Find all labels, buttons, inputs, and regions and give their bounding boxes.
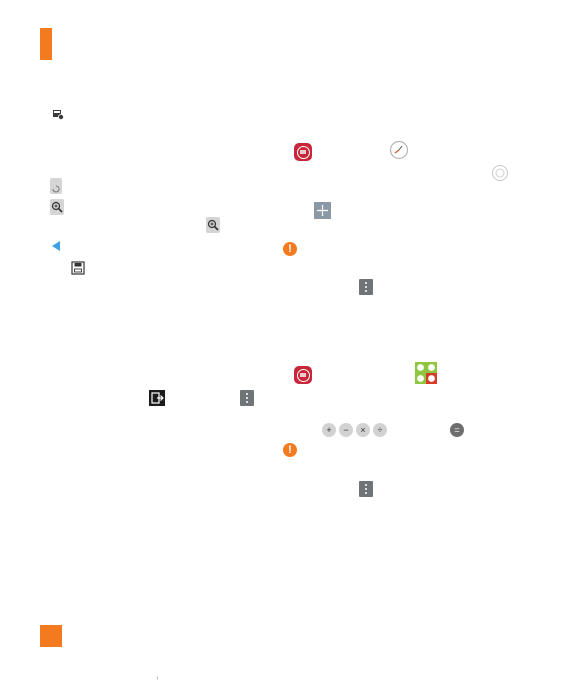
calculator-operator-buttons: + − × ÷ bbox=[322, 423, 387, 437]
back-triangle-icon bbox=[52, 241, 60, 251]
plus-operator: + bbox=[322, 423, 336, 437]
alarm-circle-icon bbox=[492, 165, 508, 181]
divide-operator: ÷ bbox=[373, 423, 387, 437]
calculator-app-icon bbox=[415, 362, 437, 384]
minus-operator: − bbox=[339, 423, 353, 437]
save-icon bbox=[71, 261, 85, 275]
clock-app-icon bbox=[389, 140, 409, 160]
plus-icon bbox=[314, 202, 331, 219]
footer-mark: ᵢ bbox=[157, 674, 159, 681]
rotate-icon bbox=[50, 178, 62, 194]
menu-icon bbox=[359, 481, 373, 497]
multiply-operator: × bbox=[356, 423, 370, 437]
warning-icon: ! bbox=[283, 443, 297, 457]
zoom-icon bbox=[50, 199, 64, 215]
equals-button: = bbox=[450, 423, 464, 437]
export-icon bbox=[149, 390, 165, 406]
apps-icon bbox=[294, 366, 312, 384]
page-number-tab bbox=[40, 625, 62, 647]
warning-icon: ! bbox=[283, 242, 297, 256]
chapter-marker-tab bbox=[40, 28, 52, 60]
menu-icon bbox=[359, 279, 373, 295]
menu-icon bbox=[240, 390, 254, 406]
image-settings-icon bbox=[53, 110, 64, 120]
apps-icon bbox=[294, 143, 312, 161]
zoom-icon bbox=[206, 217, 220, 233]
